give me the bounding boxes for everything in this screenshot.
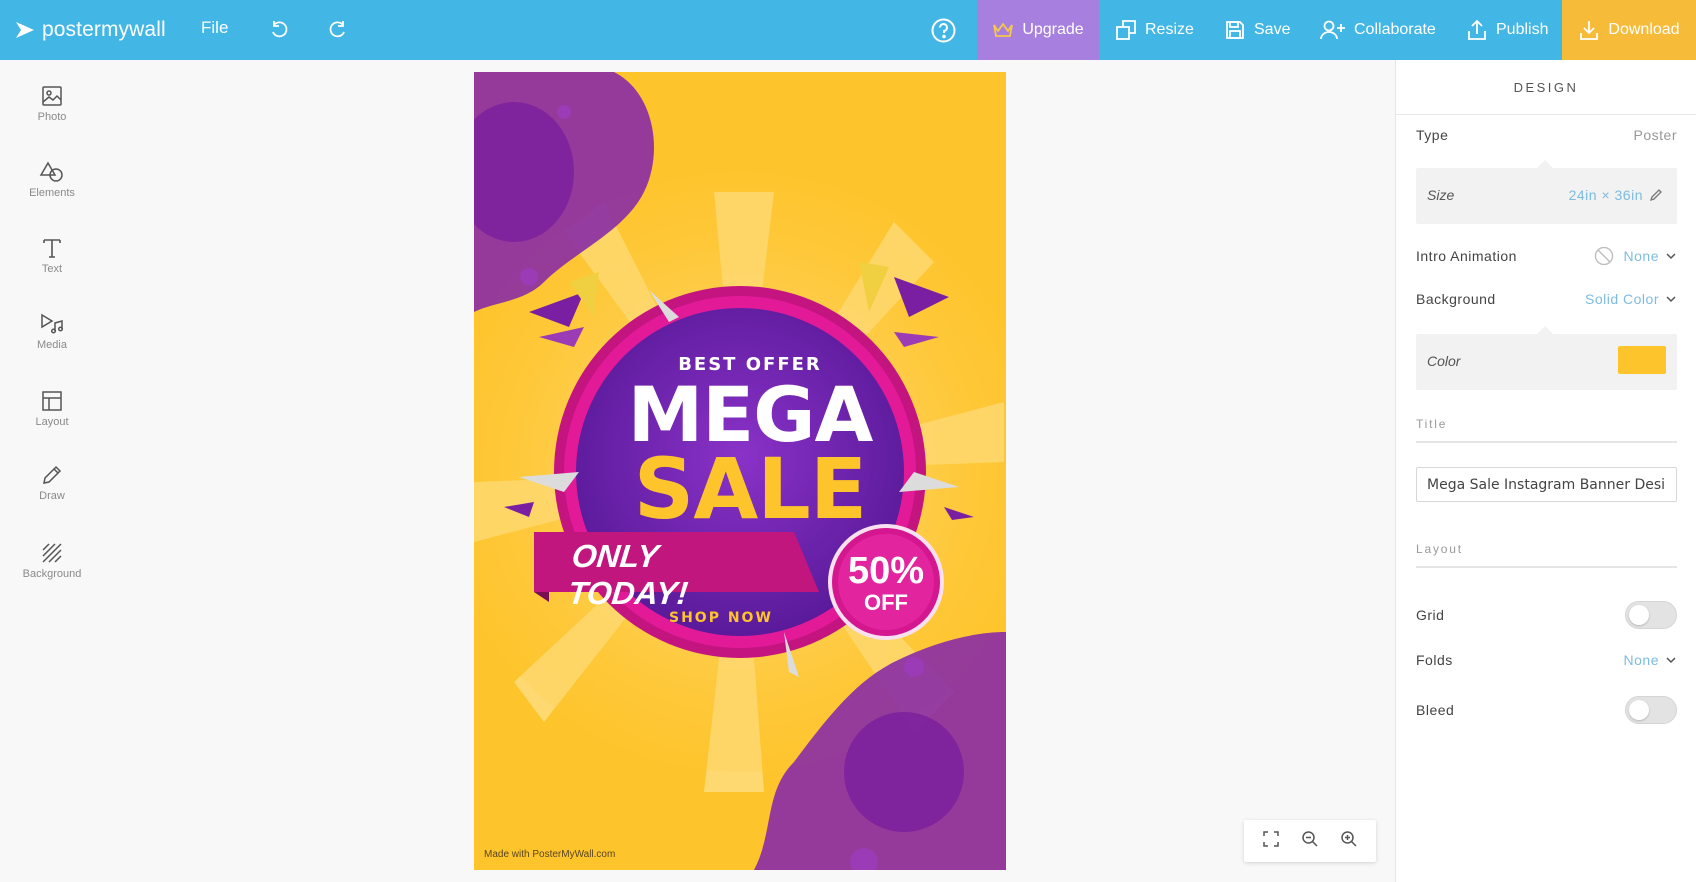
download-icon — [1580, 21, 1599, 40]
undo-icon[interactable] — [266, 17, 292, 43]
panel-heading: DESIGN — [1396, 60, 1696, 115]
sale-text[interactable]: SALE — [474, 440, 1006, 538]
bleed-label: Bleed — [1416, 702, 1455, 718]
sidebar-item-elements[interactable]: Elements — [0, 161, 104, 221]
type-value: Poster — [1633, 127, 1677, 143]
sidebar-item-media[interactable]: Media — [0, 313, 104, 373]
design-panel: DESIGN Type Poster Size 24in × 36in Intr… — [1395, 60, 1696, 882]
resize-label: Resize — [1145, 21, 1194, 38]
intro-animation-value[interactable]: None — [1624, 248, 1659, 264]
sidebar-item-label: Layout — [35, 416, 69, 428]
color-label: Color — [1427, 353, 1461, 369]
add-user-icon — [1320, 20, 1345, 40]
folds-row[interactable]: Folds None — [1416, 652, 1677, 668]
type-label: Type — [1416, 127, 1449, 143]
layout-icon — [42, 391, 62, 411]
download-button[interactable]: Download — [1562, 0, 1696, 60]
background-label: Background — [1416, 291, 1496, 307]
sidebar-item-label: Elements — [29, 187, 75, 199]
folds-label: Folds — [1416, 652, 1453, 668]
upgrade-label: Upgrade — [1022, 21, 1084, 38]
size-box[interactable]: Size 24in × 36in — [1416, 160, 1677, 224]
only-today-text[interactable]: ONLY TODAY! — [566, 538, 784, 612]
resize-button[interactable]: Resize — [1115, 0, 1194, 60]
background-value[interactable]: Solid Color — [1585, 291, 1659, 307]
save-button[interactable]: Save — [1224, 0, 1290, 60]
crown-icon — [993, 22, 1014, 37]
watermark-text: Made with PosterMyWall.com — [484, 849, 616, 860]
shop-now-text[interactable]: SHOP NOW — [669, 610, 799, 626]
chevron-down-icon — [1666, 657, 1676, 664]
title-section-heading: Title — [1416, 417, 1677, 443]
brand-logo[interactable]: postermywall — [0, 0, 166, 60]
top-toolbar: postermywall File Upgrade Resize Save Co… — [0, 0, 1696, 60]
percent-text[interactable]: 50% — [834, 550, 938, 593]
media-icon — [41, 313, 64, 334]
sidebar-item-photo[interactable]: Photo — [0, 85, 104, 145]
poster-canvas[interactable]: BEST OFFER MEGA SALE ONLY TODAY! 50% OFF… — [474, 72, 1006, 870]
left-sidebar: Photo Elements Text Media Layout Draw Ba… — [0, 60, 104, 882]
background-pattern-icon — [42, 543, 62, 563]
folds-value[interactable]: None — [1624, 652, 1659, 668]
sidebar-item-label: Media — [37, 339, 67, 351]
grid-label: Grid — [1416, 607, 1445, 623]
bleed-row: Bleed — [1416, 696, 1677, 724]
file-menu[interactable]: File — [201, 18, 228, 38]
sidebar-item-label: Photo — [37, 111, 67, 123]
size-label: Size — [1427, 187, 1455, 203]
color-box: Color — [1416, 326, 1677, 390]
image-icon — [42, 86, 62, 106]
grid-toggle[interactable] — [1625, 601, 1677, 629]
sidebar-item-layout[interactable]: Layout — [0, 390, 104, 450]
layout-section-heading: Layout — [1416, 542, 1677, 568]
type-row: Type Poster — [1416, 127, 1677, 143]
redo-icon[interactable] — [325, 17, 351, 43]
zoom-in-icon[interactable] — [1340, 830, 1358, 853]
help-icon[interactable] — [930, 17, 957, 44]
publish-button[interactable]: Publish — [1466, 0, 1548, 60]
shapes-icon — [39, 161, 63, 182]
background-row[interactable]: Background Solid Color — [1416, 291, 1677, 307]
resize-icon — [1116, 20, 1136, 40]
sidebar-item-draw[interactable]: Draw — [0, 464, 104, 524]
chevron-down-icon — [1666, 253, 1676, 260]
fit-screen-icon[interactable] — [1262, 830, 1280, 853]
sidebar-item-label: Text — [41, 263, 63, 275]
sidebar-item-label: Background — [22, 568, 82, 580]
size-value[interactable]: 24in × 36in — [1569, 187, 1643, 203]
intro-animation-row[interactable]: Intro Animation None — [1416, 246, 1677, 266]
intro-animation-label: Intro Animation — [1416, 248, 1517, 264]
text-icon — [43, 239, 61, 258]
save-label: Save — [1254, 21, 1291, 38]
zoom-out-icon[interactable] — [1301, 830, 1319, 853]
sidebar-item-label: Draw — [39, 490, 65, 502]
chevron-down-icon — [1666, 296, 1676, 303]
sidebar-item-text[interactable]: Text — [0, 237, 104, 297]
download-label: Download — [1608, 21, 1680, 38]
off-text[interactable]: OFF — [834, 590, 938, 616]
postermywall-logo-icon — [16, 22, 34, 38]
upload-icon — [1468, 19, 1486, 40]
collaborate-label: Collaborate — [1354, 21, 1436, 38]
upgrade-button[interactable]: Upgrade — [977, 0, 1099, 60]
canvas-area: BEST OFFER MEGA SALE ONLY TODAY! 50% OFF… — [104, 60, 1395, 882]
bleed-toggle[interactable] — [1625, 696, 1677, 724]
none-circle-icon — [1594, 246, 1613, 266]
pencil-icon — [43, 465, 62, 484]
sidebar-item-background[interactable]: Background — [0, 542, 104, 602]
grid-row: Grid — [1416, 601, 1677, 629]
zoom-controls — [1244, 820, 1376, 862]
color-swatch[interactable] — [1618, 346, 1666, 374]
publish-label: Publish — [1496, 21, 1549, 38]
collaborate-button[interactable]: Collaborate — [1320, 0, 1436, 60]
edit-pencil-icon[interactable] — [1649, 188, 1663, 202]
brand-name: postermywall — [42, 18, 166, 41]
title-input[interactable] — [1416, 467, 1677, 502]
save-icon — [1226, 21, 1244, 39]
